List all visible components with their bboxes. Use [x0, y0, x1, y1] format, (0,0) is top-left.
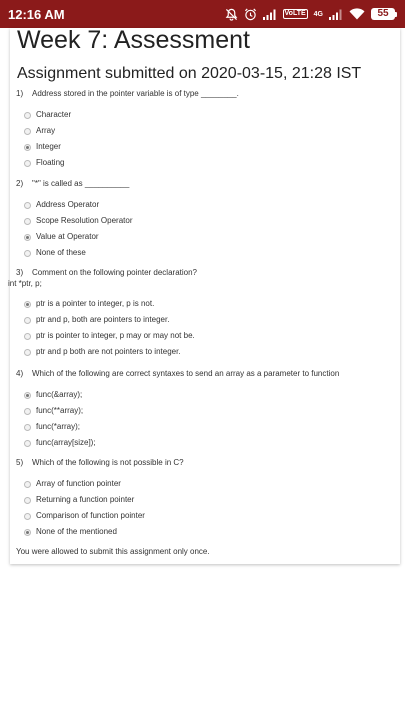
radio-empty-icon[interactable] [24, 423, 31, 431]
signal-bars-icon [329, 9, 343, 20]
answer-option[interactable]: Address Operator [24, 199, 99, 211]
answer-option[interactable]: ptr and p, both are pointers to integer. [24, 314, 169, 326]
radio-selected-icon[interactable] [24, 391, 31, 399]
radio-empty-icon[interactable] [24, 512, 31, 520]
answer-option[interactable]: func(*array); [24, 421, 80, 433]
answer-option-label: Integer [36, 142, 61, 151]
4g-signal-icon: 4G [314, 11, 323, 18]
radio-empty-icon[interactable] [24, 348, 31, 356]
question-text: Which of the following is not possible i… [32, 458, 184, 467]
radio-empty-icon[interactable] [24, 439, 31, 447]
question-1: 1) Address stored in the pointer variable… [16, 89, 239, 99]
answer-option-label: ptr is pointer to integer, p may or may … [36, 331, 195, 340]
answer-option[interactable]: Floating [24, 157, 64, 169]
answer-option[interactable]: Array of function pointer [24, 478, 121, 490]
answer-option-label: func(*array); [36, 422, 81, 431]
answer-option-label: Scope Resolution Operator [36, 216, 133, 225]
question-number: 2) [16, 179, 24, 188]
answer-option[interactable]: ptr and p both are not pointers to integ… [24, 346, 181, 358]
answer-option-label: Value at Operator [36, 232, 99, 241]
radio-selected-icon[interactable] [24, 528, 31, 536]
radio-selected-icon[interactable] [24, 233, 31, 241]
answer-option-label: Returning a function pointer [36, 495, 135, 504]
question-text: Comment on the following pointer declara… [32, 268, 197, 277]
answer-option[interactable]: Value at Operator [24, 231, 99, 243]
answer-option-label: None of these [36, 248, 86, 257]
question-text: Which of the following are correct synta… [32, 369, 340, 378]
answer-option[interactable]: Scope Resolution Operator [24, 215, 133, 227]
question-2: 2) "*" is called as __________ [16, 179, 129, 189]
answer-option[interactable]: Integer [24, 141, 61, 153]
answer-option[interactable]: Returning a function pointer [24, 494, 134, 506]
network-label: 4G [313, 10, 323, 18]
volte-icon: VoLTE [282, 9, 308, 19]
question-text: "*" is called as __________ [32, 179, 130, 188]
answer-option[interactable]: ptr is pointer to integer, p may or may … [24, 330, 195, 342]
signal-icon [262, 9, 277, 20]
answer-option-label: Address Operator [36, 200, 100, 209]
answer-option-label: Array of function pointer [36, 479, 121, 488]
question-code: int *ptr, p; [8, 279, 42, 288]
answer-option-label: ptr is a pointer to integer, p is not. [36, 299, 155, 308]
radio-empty-icon[interactable] [24, 249, 31, 257]
radio-selected-icon[interactable] [24, 143, 31, 151]
answer-option[interactable]: None of the mentioned [24, 526, 117, 538]
question-number: 4) [16, 369, 24, 378]
radio-empty-icon[interactable] [24, 316, 31, 324]
alarm-icon [244, 8, 257, 21]
submission-note: You were allowed to submit this assignme… [16, 547, 210, 556]
answer-option-label: ptr and p both are not pointers to integ… [36, 347, 181, 356]
question-number: 1) [16, 89, 24, 98]
answer-option-label: ptr and p, both are pointers to integer. [36, 315, 170, 324]
answer-option-label: Array [36, 126, 56, 135]
page-title: Week 7: Assessment [17, 26, 250, 54]
radio-empty-icon[interactable] [24, 407, 31, 415]
answer-option[interactable]: func(array[size]); [24, 437, 96, 449]
answer-option[interactable]: Array [24, 125, 55, 137]
radio-empty-icon[interactable] [24, 217, 31, 225]
question-3: 3) Comment on the following pointer decla… [16, 268, 197, 278]
answer-option[interactable]: ptr is a pointer to integer, p is not. [24, 298, 154, 310]
question-number: 5) [16, 458, 24, 467]
radio-empty-icon[interactable] [24, 127, 31, 135]
battery-level: 55 [371, 8, 395, 20]
answer-option[interactable]: Comparison of function pointer [24, 510, 145, 522]
answer-option[interactable]: func(&array); [24, 389, 82, 401]
radio-empty-icon[interactable] [24, 480, 31, 488]
question-4: 4) Which of the following are correct syn… [16, 369, 339, 379]
question-5: 5) Which of the following is not possible… [16, 458, 184, 468]
status-bar: 12:16 AM VoLTE 4G 55 [0, 0, 405, 28]
battery-icon: 55 [371, 8, 397, 20]
answer-option-label: func(**array); [36, 406, 84, 415]
radio-empty-icon[interactable] [24, 332, 31, 340]
answer-option[interactable]: None of these [24, 247, 86, 259]
radio-empty-icon[interactable] [24, 111, 31, 119]
answer-option[interactable]: func(**array); [24, 405, 83, 417]
wifi-icon [349, 8, 365, 20]
question-text: Address stored in the pointer variable i… [32, 89, 239, 98]
question-number: 3) [16, 268, 24, 277]
answer-option-label: Floating [36, 158, 65, 167]
answer-option-label: func(&array); [36, 390, 83, 399]
answer-option-label: Comparison of function pointer [36, 511, 145, 520]
radio-selected-icon[interactable] [24, 300, 31, 308]
submission-status: Assignment submitted on 2020-03-15, 21:2… [17, 65, 362, 82]
answer-option[interactable]: Character [24, 109, 71, 121]
mute-icon [225, 8, 238, 21]
radio-empty-icon[interactable] [24, 496, 31, 504]
answer-option-label: None of the mentioned [36, 527, 117, 536]
answer-option-label: Character [36, 110, 72, 119]
status-icons: VoLTE 4G 55 [225, 8, 397, 21]
answer-option-label: func(array[size]); [36, 438, 96, 447]
radio-empty-icon[interactable] [24, 201, 31, 209]
radio-empty-icon[interactable] [24, 159, 31, 167]
status-time: 12:16 AM [8, 6, 65, 22]
